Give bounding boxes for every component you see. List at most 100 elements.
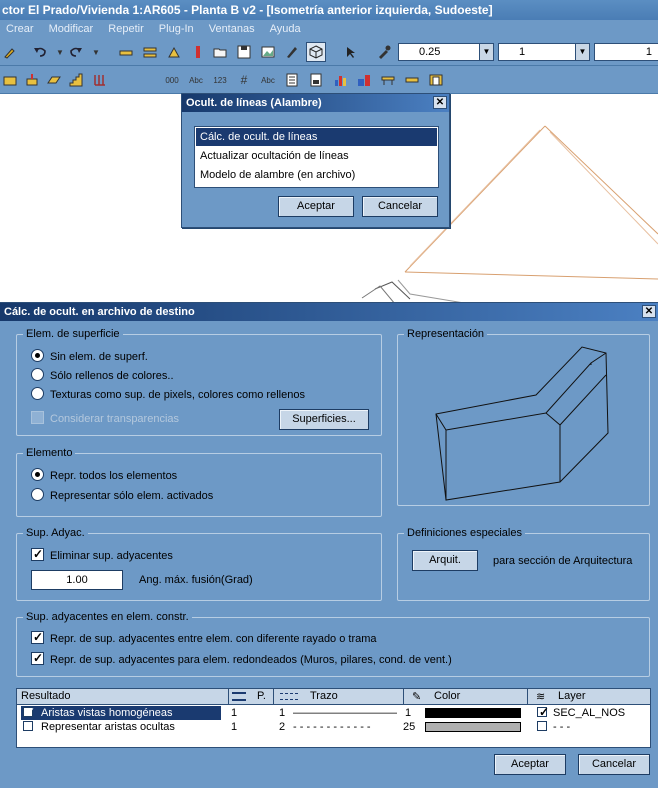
brush-icon[interactable] <box>0 42 20 62</box>
checkbox[interactable] <box>31 629 44 645</box>
radio-button[interactable] <box>31 488 44 501</box>
pen-thickness-select[interactable]: 0.25 ▼ <box>398 43 494 61</box>
row-color-num: 25 <box>403 721 416 733</box>
image-icon[interactable] <box>258 42 278 62</box>
row-color-num: 1 <box>405 707 412 719</box>
column-icon[interactable] <box>22 70 42 90</box>
text-000-icon[interactable]: 000 <box>162 70 182 90</box>
shapes-icon[interactable] <box>354 70 374 90</box>
marker-icon[interactable] <box>188 42 208 62</box>
eyedropper-icon[interactable] <box>374 42 394 62</box>
help-cursor-icon[interactable] <box>342 42 362 62</box>
dimension-icon[interactable] <box>140 42 160 62</box>
color-swatch[interactable] <box>425 708 521 718</box>
radio-active-elements[interactable]: Representar sólo elem. activados <box>31 488 213 504</box>
close-icon[interactable]: ✕ <box>433 96 447 109</box>
chart-icon[interactable] <box>330 70 350 90</box>
special-definitions-label: Definiciones especiales <box>404 526 525 540</box>
text-abc-icon[interactable]: Abc <box>186 70 206 90</box>
header-line[interactable]: Trazo <box>274 689 404 705</box>
checkbox[interactable] <box>23 721 33 731</box>
accept-button[interactable]: Aceptar <box>494 754 566 775</box>
header-layer-label: Layer <box>558 690 586 702</box>
level-icon[interactable] <box>164 42 184 62</box>
row-layer-cell[interactable]: SEC_AL_NOS <box>537 705 625 720</box>
document-icon[interactable] <box>282 70 302 90</box>
list-item[interactable]: Cálc. de ocult. de líneas <box>196 128 437 146</box>
menu-repetir[interactable]: Repetir <box>108 20 143 38</box>
label-abc-icon[interactable]: Abc <box>258 70 278 90</box>
radio-button[interactable] <box>31 468 44 481</box>
accept-button[interactable]: Aceptar <box>278 196 354 217</box>
cancel-button[interactable]: Cancelar <box>578 754 650 775</box>
menu-ayuda[interactable]: Ayuda <box>270 20 301 38</box>
chevron-down-icon[interactable]: ▼ <box>479 44 493 60</box>
radio-button[interactable] <box>31 368 44 381</box>
list-item[interactable]: Modelo de alambre (en archivo) <box>196 166 437 184</box>
representation-preview <box>435 346 609 501</box>
checkbox-different-hatch[interactable]: Repr. de sup. adyacentes entre elem. con… <box>31 629 377 647</box>
row-name-cell[interactable]: Representar aristas ocultas <box>21 720 221 734</box>
architecture-button[interactable]: Arquit. <box>412 550 478 571</box>
line-type-select[interactable]: 1 ▼ <box>498 43 590 61</box>
radio-button[interactable] <box>31 387 44 400</box>
redo-dropdown-icon[interactable]: ▼ <box>86 42 106 62</box>
stairs-icon[interactable] <box>66 70 86 90</box>
radio-all-elements[interactable]: Repr. todos los elementos <box>31 468 177 484</box>
undo-icon[interactable] <box>30 42 50 62</box>
beam-icon[interactable] <box>378 70 398 90</box>
checkbox[interactable] <box>537 721 547 731</box>
header-layer[interactable]: ≋ Layer <box>528 689 652 705</box>
line-extra-select[interactable]: 1 <box>594 43 658 61</box>
color-swatch[interactable] <box>425 722 521 732</box>
checkbox[interactable] <box>537 705 549 719</box>
table-row[interactable]: Representar aristas ocultas 1 2 - - - - … <box>17 720 650 734</box>
opening-icon[interactable] <box>426 70 446 90</box>
angle-input[interactable]: 1.00 <box>31 570 123 590</box>
menu-ventanas[interactable]: Ventanas <box>209 20 255 38</box>
pen-lines-icon <box>232 692 246 701</box>
wall-icon[interactable] <box>0 70 20 90</box>
header-result[interactable]: Resultado <box>17 689 229 705</box>
line-type-value: 1 <box>519 46 526 58</box>
text-123-icon[interactable]: 123 <box>210 70 230 90</box>
checkbox[interactable] <box>23 705 35 719</box>
row-name: Representar aristas ocultas <box>41 721 175 733</box>
adjacent-surfaces-group: Sup. Adyac. Eliminar sup. adyacentes 1.0… <box>16 526 382 601</box>
checkbox[interactable] <box>31 650 44 666</box>
surfaces-button[interactable]: Superficies... <box>279 409 369 430</box>
checkbox-rounded-elements[interactable]: Repr. de sup. adyacentes para elem. redo… <box>31 650 452 668</box>
chevron-down-icon[interactable]: ▼ <box>575 44 589 60</box>
list-item[interactable]: Actualizar ocultación de líneas <box>196 147 437 165</box>
ruler-icon[interactable] <box>116 42 136 62</box>
page-icon[interactable] <box>306 70 326 90</box>
table-row[interactable]: Aristas vistas homogéneas 1 1 ——————————… <box>17 705 650 720</box>
redo-icon[interactable] <box>66 42 86 62</box>
row-name-cell[interactable]: Aristas vistas homogéneas <box>21 705 221 720</box>
radio-button[interactable] <box>31 349 44 362</box>
save-icon[interactable] <box>234 42 254 62</box>
menu-modificar[interactable]: Modificar <box>49 20 94 38</box>
toolbar-main: ▼ ▼ 0.25 ▼ 1 ▼ 1 <box>0 38 658 66</box>
grid-icon[interactable] <box>90 70 110 90</box>
lintel-icon[interactable] <box>402 70 422 90</box>
header-color[interactable]: ✎ Color <box>404 689 528 705</box>
hidden-line-cube-icon[interactable] <box>306 42 326 62</box>
checkbox-remove-adjacent[interactable]: Eliminar sup. adyacentes <box>31 546 173 564</box>
menu-plugin[interactable]: Plug-In <box>159 20 194 38</box>
radio-no-surface[interactable]: Sin elem. de superf. <box>31 349 148 365</box>
radio-color-fills[interactable]: Sólo rellenos de colores.. <box>31 368 174 384</box>
open-file-icon[interactable] <box>210 42 230 62</box>
menu-crear[interactable]: Crear <box>6 20 34 38</box>
slab-icon[interactable] <box>44 70 64 90</box>
toolbar-secondary: 000 Abc 123 # Abc <box>0 66 658 94</box>
close-icon[interactable]: ✕ <box>642 305 656 318</box>
checkbox[interactable] <box>31 546 44 562</box>
radio-textures[interactable]: Texturas como sup. de pixels, colores co… <box>31 387 305 403</box>
cancel-button[interactable]: Cancelar <box>362 196 438 217</box>
hash-icon[interactable]: # <box>234 70 254 90</box>
hidden-line-options-list[interactable]: Cálc. de ocult. de líneas Actualizar ocu… <box>194 126 439 188</box>
pen-tool-icon[interactable] <box>282 42 302 62</box>
header-pen[interactable]: P. <box>229 689 274 705</box>
row-layer-cell[interactable]: - - - <box>537 720 570 734</box>
